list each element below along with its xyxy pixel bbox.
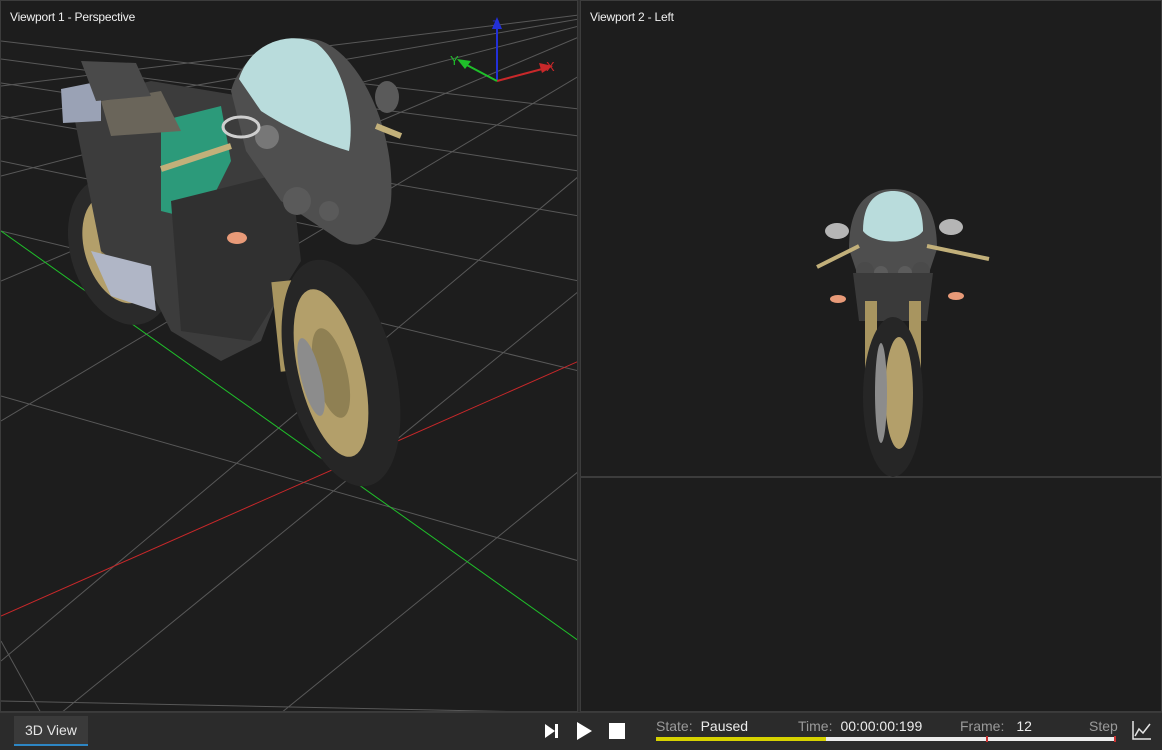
motorcycle-front-model bbox=[816, 189, 990, 477]
step-readout: Step bbox=[1089, 718, 1118, 734]
playback-bar: 3D View State: Paused Time: 00:00:00:199 F… bbox=[0, 712, 1162, 750]
left-scene bbox=[581, 189, 1161, 478]
play-icon bbox=[577, 722, 592, 740]
step-forward-icon bbox=[545, 724, 558, 738]
y-axis-label: Y bbox=[450, 53, 459, 68]
timeline-progress[interactable] bbox=[656, 736, 1116, 742]
stop-icon bbox=[609, 723, 625, 739]
time-value: 00:00:00:199 bbox=[840, 718, 923, 734]
perspective-scene: Z X Y bbox=[1, 14, 577, 711]
z-axis-label: Z bbox=[492, 18, 499, 32]
x-axis-label: X bbox=[546, 59, 555, 74]
viewport-title: Viewport 1 - Perspective bbox=[10, 10, 136, 24]
viewport-perspective[interactable]: Viewport 1 - Perspective Z X Y bbox=[0, 0, 578, 712]
play-button[interactable] bbox=[572, 719, 596, 743]
state-readout: State: Paused bbox=[656, 718, 748, 734]
graph-button[interactable] bbox=[1129, 717, 1155, 743]
frame-label: Frame: bbox=[960, 718, 1005, 734]
step-forward-button[interactable] bbox=[539, 719, 563, 743]
timeline-marker bbox=[986, 736, 988, 742]
progress-fill bbox=[656, 737, 827, 741]
viewport-left[interactable]: Viewport 2 - Left bbox=[580, 0, 1162, 712]
state-label: State: bbox=[656, 718, 693, 734]
viewport-title: Viewport 2 - Left bbox=[590, 10, 674, 24]
frame-value: 12 bbox=[1016, 718, 1032, 734]
time-readout: Time: 00:00:00:199 bbox=[798, 718, 922, 734]
tab-3d-view[interactable]: 3D View bbox=[14, 716, 88, 746]
timeline-end-marker bbox=[1114, 736, 1116, 742]
time-label: Time: bbox=[798, 718, 833, 734]
stop-button[interactable] bbox=[605, 719, 629, 743]
graph-icon bbox=[1132, 721, 1151, 740]
state-value: Paused bbox=[700, 718, 749, 734]
motorcycle-model bbox=[61, 38, 403, 487]
axis-gizmo: Z X Y bbox=[450, 17, 555, 82]
frame-readout: Frame: 12 bbox=[960, 718, 1032, 734]
step-label: Step bbox=[1089, 718, 1118, 734]
